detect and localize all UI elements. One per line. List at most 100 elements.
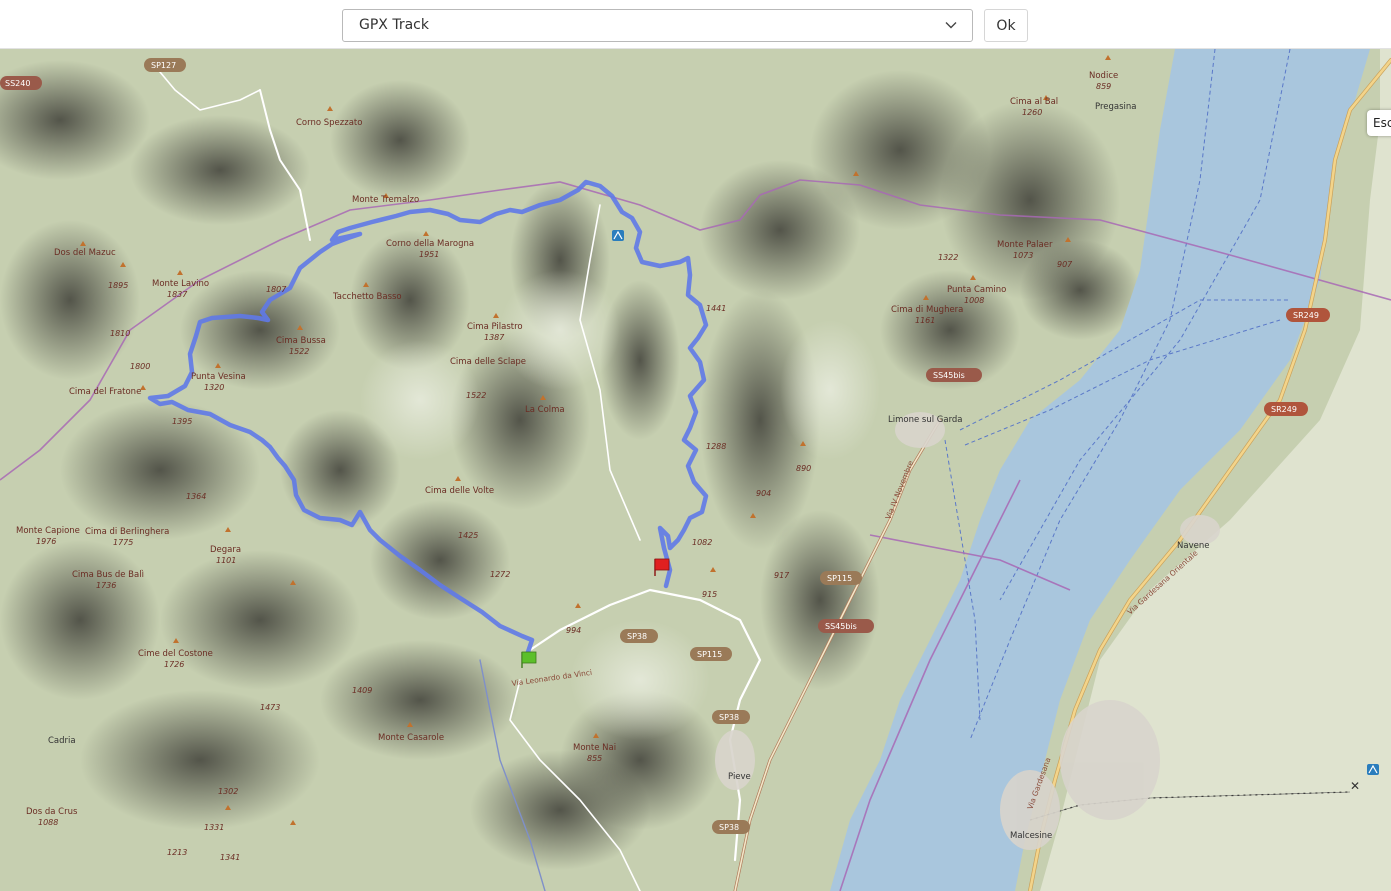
spot-height: 1810 [110, 329, 130, 338]
svg-text:SS45bis: SS45bis [933, 371, 965, 380]
peak-elevation: 1387 [484, 333, 505, 342]
svg-text:SR249: SR249 [1293, 311, 1319, 320]
peak-label: Monte Casarole [378, 733, 444, 743]
spot-height: 1082 [692, 538, 712, 547]
svg-text:SR249: SR249 [1271, 405, 1297, 414]
peak-elevation: 1008 [964, 296, 984, 305]
peak-elevation: 1837 [167, 290, 188, 299]
peak-label: Tacchetto Basso [332, 292, 402, 302]
town-label: Limone sul Garda [888, 415, 963, 425]
road-shield: SP127 [144, 58, 186, 72]
spot-height: 890 [796, 464, 811, 473]
town-label: Malcesine [1010, 831, 1052, 841]
peak-elevation: 1073 [1013, 251, 1033, 260]
peak-elevation: 1976 [36, 537, 56, 546]
peak-elevation: 1522 [289, 347, 309, 356]
peak-label: Corno Spezzato [296, 118, 362, 128]
peak-label: Monte Palaer [997, 240, 1053, 250]
peak-elevation: 1951 [419, 250, 439, 259]
peak-elevation: 855 [587, 754, 602, 763]
peak-label: Punta Camino [947, 285, 1006, 295]
spot-height: 1409 [352, 686, 372, 695]
peak-label: Nodice [1089, 71, 1118, 81]
peak-label: Monte Tremalzo [352, 195, 419, 205]
spot-height: 904 [756, 489, 771, 498]
svg-text:SP38: SP38 [627, 632, 647, 641]
peak-label: Cima di Berlinghera [85, 527, 169, 537]
peak-label: Punta Vesina [191, 372, 246, 382]
road-shield: SP115 [820, 571, 862, 585]
map-view[interactable]: ✕ SS240 SP127 SS45bis SR249 SR249 SP115 … [0, 49, 1391, 891]
road-shield: SS45bis [926, 368, 982, 382]
peak-elevation: 1161 [915, 316, 935, 325]
shelter-icon [612, 230, 624, 241]
spot-height: 1473 [260, 703, 280, 712]
svg-text:SP115: SP115 [697, 650, 722, 659]
svg-text:SP115: SP115 [827, 574, 852, 583]
spot-height: 1522 [466, 391, 486, 400]
gpx-track-select[interactable]: GPX Track [342, 9, 973, 42]
peak-label: Dos del Mazuc [54, 248, 116, 258]
peak-label: Cima del Fratone [69, 387, 141, 397]
peak-elevation: 1736 [96, 581, 116, 590]
peak-elevation: 1775 [113, 538, 133, 547]
peak-label: Cima al Bal [1010, 97, 1058, 107]
svg-text:SP38: SP38 [719, 823, 739, 832]
peak-label: La Colma [525, 405, 565, 415]
ok-button[interactable]: Ok [984, 9, 1028, 42]
peak-label: Monte Capione [16, 526, 80, 536]
peak-label: Cima delle Volte [425, 486, 494, 496]
spot-height: 1302 [218, 787, 238, 796]
spot-height: 915 [702, 590, 717, 599]
road-shield: SS45bis [818, 619, 874, 633]
road-shield: SP38 [712, 820, 750, 834]
peak-elevation: 1260 [1022, 108, 1042, 117]
road-shield: SR249 [1264, 402, 1308, 416]
spot-height: 1807 [266, 285, 287, 294]
spot-height: 1322 [938, 253, 958, 262]
svg-text:SP127: SP127 [151, 61, 176, 70]
spot-height: 1395 [172, 417, 192, 426]
spot-height: 1272 [490, 570, 510, 579]
spot-height: 917 [774, 571, 790, 580]
peak-label: Cima di Mughera [891, 305, 963, 315]
peak-label: Dos da Crus [26, 807, 78, 817]
escape-control[interactable]: Esc [1367, 110, 1391, 136]
chevron-down-icon [945, 22, 957, 29]
spot-height: 1341 [220, 853, 240, 862]
svg-text:SS240: SS240 [5, 79, 30, 88]
spot-height: 1800 [130, 362, 150, 371]
peak-label: Cima Bus de Balì [72, 570, 144, 580]
town-label: Pieve [728, 772, 751, 782]
town-label: Navene [1177, 541, 1209, 551]
toolbar: GPX Track Ok [0, 0, 1391, 49]
peak-elevation: 1320 [204, 383, 224, 392]
peak-label: Cima Bussa [276, 336, 326, 346]
spot-height: 907 [1057, 260, 1073, 269]
peak-elevation: 859 [1096, 82, 1111, 91]
peak-label: Degara [210, 545, 241, 555]
peak-label: Monte Nai [573, 743, 616, 753]
svg-text:SP38: SP38 [719, 713, 739, 722]
road-shield: SP38 [712, 710, 750, 724]
peak-label: Monte Lavino [152, 279, 209, 289]
spot-height: 1425 [458, 531, 478, 540]
road-shield: SR249 [1286, 308, 1330, 322]
road-shield: SP115 [690, 647, 732, 661]
map-canvas[interactable]: ✕ SS240 SP127 SS45bis SR249 SR249 SP115 … [0, 49, 1391, 891]
town-label: Cadria [48, 736, 76, 746]
svg-text:SS45bis: SS45bis [825, 622, 857, 631]
road-shield: SS240 [0, 76, 42, 90]
lift-pylon-icon: ✕ [1350, 779, 1360, 793]
svg-text:✕: ✕ [1350, 779, 1360, 793]
spot-height: 994 [566, 626, 581, 635]
peak-label: Cima Pilastro [467, 322, 523, 332]
spot-height: 1213 [167, 848, 187, 857]
peak-elevation: 1726 [164, 660, 184, 669]
spot-height: 1364 [186, 492, 206, 501]
peak-label: Corno della Marogna [386, 239, 474, 249]
town-label: Pregasina [1095, 102, 1137, 112]
road-shield: SP38 [620, 629, 658, 643]
spot-height: 1441 [706, 304, 726, 313]
spot-height: 1331 [204, 823, 224, 832]
